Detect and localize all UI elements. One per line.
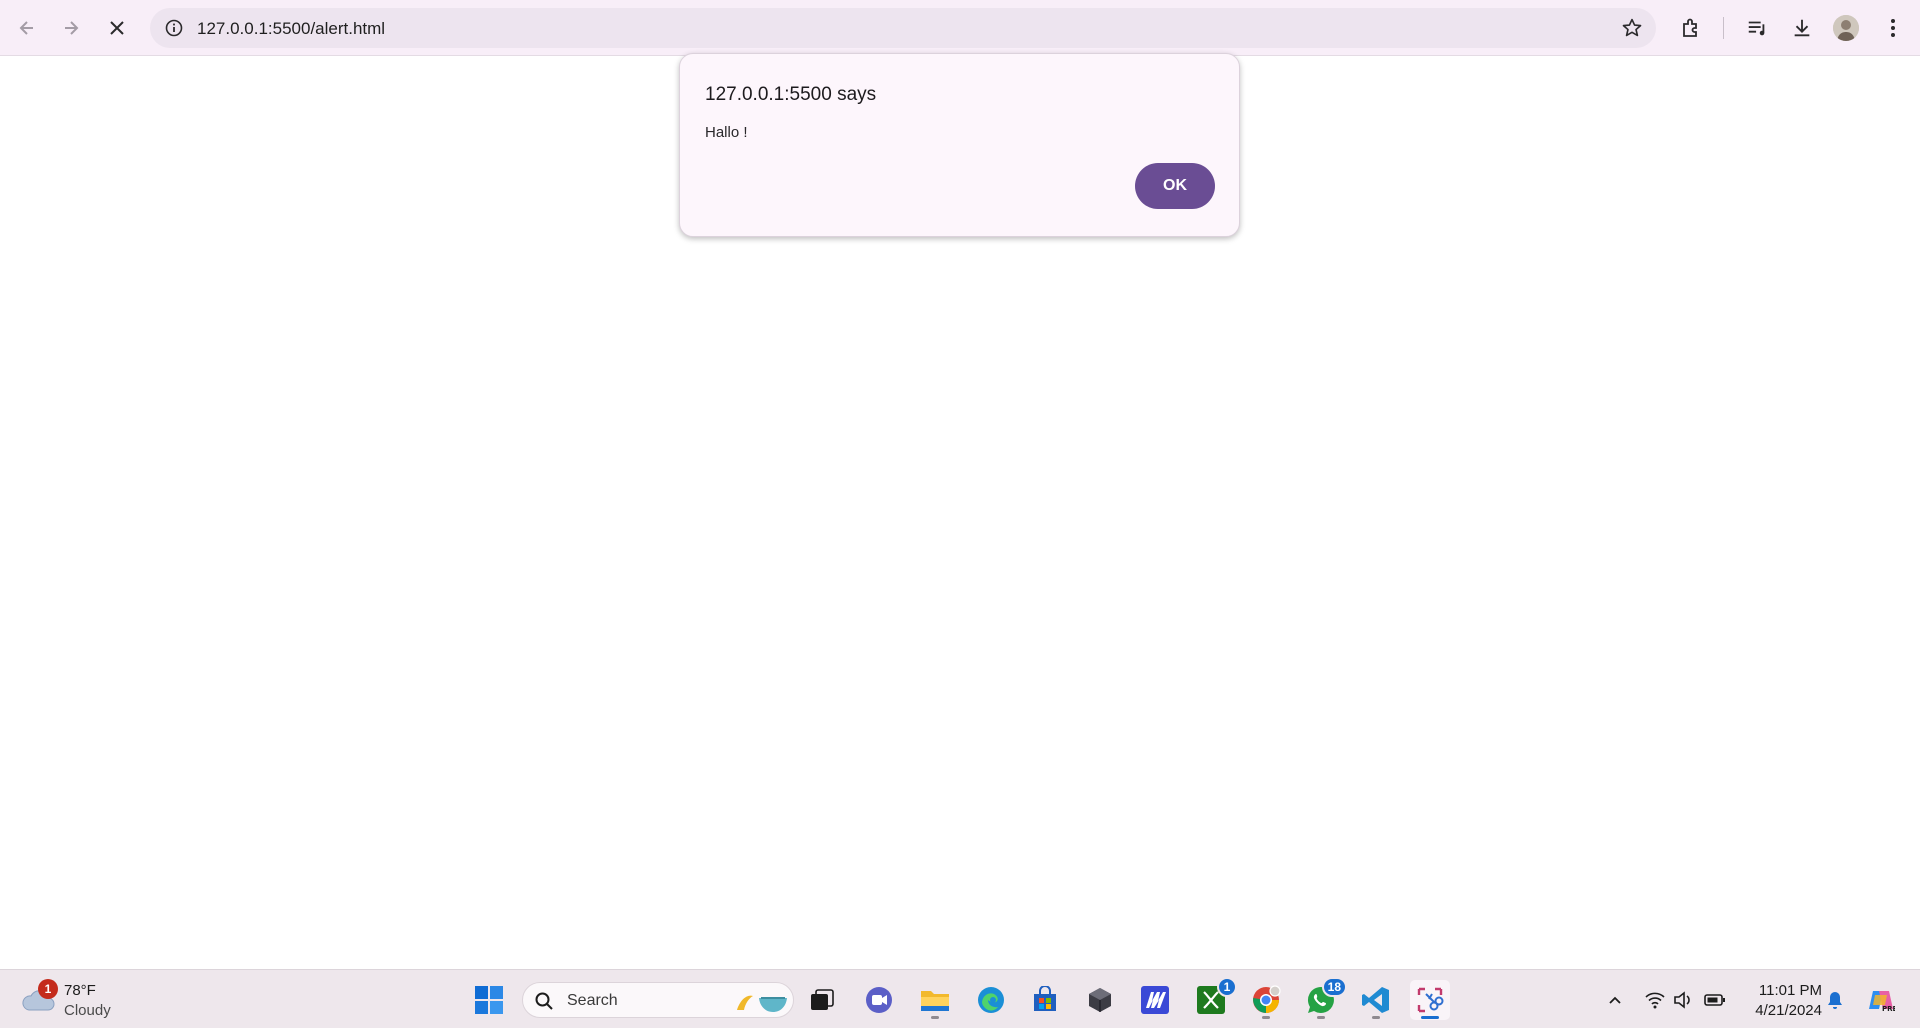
- svg-text:PRE: PRE: [1882, 1005, 1895, 1013]
- running-indicator: [1421, 1016, 1439, 1019]
- search-icon: [535, 992, 553, 1010]
- chrome-button[interactable]: [1246, 980, 1286, 1020]
- edge-icon: [978, 987, 1004, 1013]
- back-arrow-icon: [19, 21, 33, 35]
- video-chat-button[interactable]: [859, 980, 899, 1020]
- taskbar: 1 78°F Cloudy Search 1 18 11:01 PM 4/21/…: [0, 969, 1920, 1028]
- browser-toolbar: 127.0.0.1:5500/alert.html: [0, 0, 1920, 56]
- store-button[interactable]: [1025, 980, 1065, 1020]
- running-indicator: [1262, 1016, 1270, 1019]
- search-highlight-icon: [737, 995, 787, 1012]
- stop-loading-button[interactable]: [99, 10, 135, 46]
- toolbar-separator: [1723, 17, 1724, 39]
- ok-button[interactable]: OK: [1135, 163, 1215, 209]
- vscode-icon: [1362, 987, 1389, 1013]
- extensions-icon[interactable]: [1675, 12, 1707, 44]
- bookmark-star-icon[interactable]: [1620, 16, 1644, 40]
- weather-condition: Cloudy: [64, 1002, 111, 1019]
- forward-button[interactable]: [53, 10, 89, 46]
- vscode-button[interactable]: [1356, 980, 1396, 1020]
- url-text[interactable]: 127.0.0.1:5500/alert.html: [197, 19, 385, 39]
- clock-date: 4/21/2024: [1755, 1002, 1822, 1019]
- chevron-up-icon: [1609, 996, 1621, 1004]
- snipping-tool-button[interactable]: [1410, 980, 1450, 1020]
- profile-avatar[interactable]: [1833, 15, 1859, 41]
- dialog-title: 127.0.0.1:5500 says: [705, 84, 877, 105]
- running-indicator: [931, 1016, 939, 1019]
- search-placeholder: Search: [567, 992, 618, 1009]
- windows-icon: [475, 986, 503, 1014]
- weather-temp: 78°F: [64, 982, 96, 999]
- site-info-icon[interactable]: [162, 16, 186, 40]
- notification-bell-icon[interactable]: [1823, 988, 1847, 1012]
- copilot-icon[interactable]: PRE: [1866, 988, 1896, 1013]
- edge-button[interactable]: [971, 980, 1011, 1020]
- taskbar-search[interactable]: Search: [522, 982, 794, 1018]
- forward-arrow-icon: [65, 21, 79, 35]
- address-bar[interactable]: 127.0.0.1:5500/alert.html: [150, 8, 1656, 48]
- alert-dialog: 127.0.0.1:5500 says Hallo ! OK: [679, 53, 1240, 237]
- weather-badge: 1: [38, 979, 58, 999]
- whatsapp-badge: 18: [1321, 977, 1347, 997]
- media-playlist-icon[interactable]: [1741, 12, 1773, 44]
- video-chat-icon: [866, 987, 892, 1013]
- store-icon: [1034, 986, 1056, 1011]
- task-view-icon: [811, 989, 834, 1010]
- show-hidden-icons[interactable]: [1603, 988, 1627, 1012]
- task-view-button[interactable]: [802, 980, 842, 1020]
- download-icon[interactable]: [1786, 12, 1818, 44]
- close-icon: [110, 21, 124, 35]
- cube-icon: [1089, 988, 1111, 1012]
- clock-time: 11:01 PM: [1758, 982, 1822, 999]
- xbox-badge: 1: [1217, 977, 1237, 997]
- m-app-icon: [1141, 986, 1169, 1014]
- cube-app-button[interactable]: [1080, 980, 1120, 1020]
- more-menu-icon[interactable]: [1877, 12, 1909, 44]
- back-button[interactable]: [9, 10, 45, 46]
- start-button[interactable]: [469, 980, 509, 1020]
- dialog-message: Hallo !: [705, 124, 748, 141]
- folder-icon: [921, 991, 949, 1011]
- wifi-icon[interactable]: [1643, 988, 1667, 1012]
- xbox-button[interactable]: 1: [1191, 977, 1237, 1020]
- running-indicator: [1317, 1016, 1325, 1019]
- running-indicator: [1372, 1016, 1380, 1019]
- snipping-tool-icon: [1417, 987, 1444, 1013]
- whatsapp-button[interactable]: 18: [1301, 977, 1347, 1020]
- m-app-button[interactable]: [1135, 980, 1175, 1020]
- file-explorer-button[interactable]: [915, 980, 955, 1020]
- volume-icon[interactable]: [1671, 988, 1695, 1012]
- chrome-icon: [1253, 985, 1281, 1013]
- battery-icon[interactable]: [1703, 988, 1727, 1012]
